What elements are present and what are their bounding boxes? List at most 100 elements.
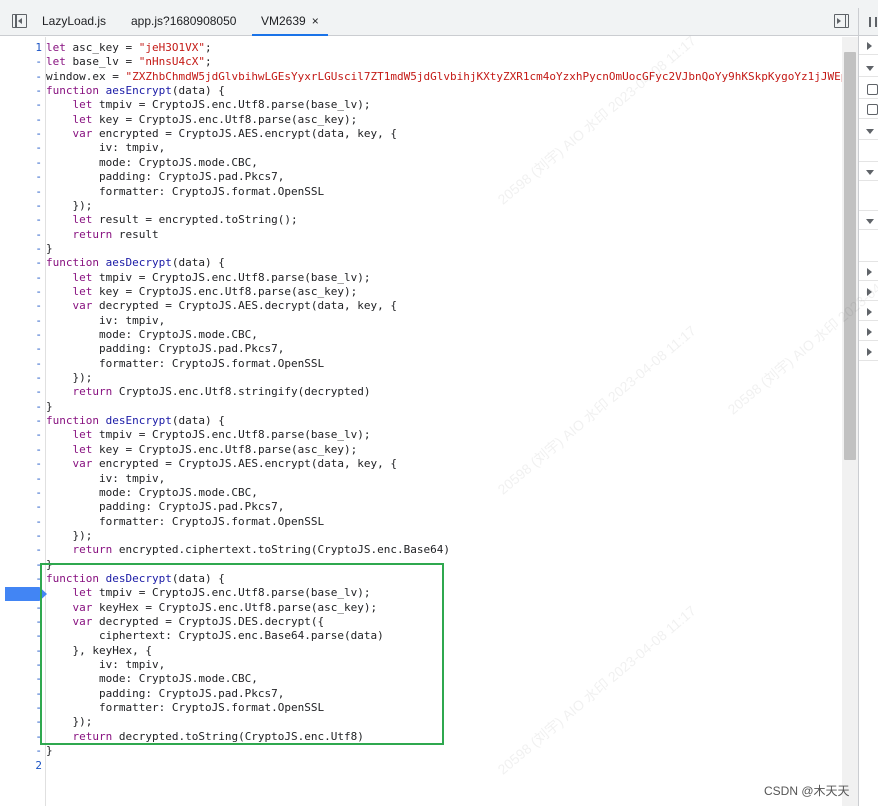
sidebar-checkbox-row[interactable] [859, 101, 878, 119]
code-line: - var encrypted = CryptoJS.AES.encrypt(d… [0, 457, 842, 471]
line-number[interactable]: - [0, 414, 42, 428]
code-text: let tmpiv = CryptoJS.enc.Utf8.parse(base… [46, 98, 371, 112]
line-number[interactable]: - [0, 472, 42, 486]
scrollbar-thumb[interactable] [844, 52, 856, 460]
sidebar-section-row[interactable] [859, 323, 878, 341]
checkbox[interactable] [867, 104, 878, 115]
sidebar-section-row[interactable] [859, 59, 878, 77]
code-token: var [72, 457, 99, 471]
line-number[interactable]: - [0, 141, 42, 155]
code-token: tmpiv = CryptoJS.enc.Utf8.parse(base_lv)… [99, 98, 371, 112]
line-number[interactable]: - [0, 342, 42, 356]
line-number[interactable]: - [0, 601, 42, 615]
line-number[interactable]: - [0, 443, 42, 457]
line-number[interactable]: - [0, 98, 42, 112]
code-token: (data) { [171, 256, 225, 270]
code-text: iv: tmpiv, [46, 141, 165, 155]
line-number[interactable]: 2 [0, 759, 42, 773]
line-number[interactable]: - [0, 156, 42, 170]
close-icon[interactable]: × [312, 8, 319, 35]
line-number[interactable]: - [0, 629, 42, 643]
line-number[interactable]: - [0, 615, 42, 629]
code-line: -} [0, 558, 842, 572]
line-number[interactable]: - [0, 84, 42, 98]
sidebar-section-row[interactable] [859, 163, 878, 181]
code-text: return decrypted.toString(CryptoJS.enc.U… [46, 730, 364, 744]
code-line: - var encrypted = CryptoJS.AES.encrypt(d… [0, 127, 842, 141]
line-number[interactable]: - [0, 185, 42, 199]
sidebar-section-row[interactable] [859, 122, 878, 140]
line-number[interactable]: - [0, 70, 42, 84]
line-number[interactable]: - [0, 701, 42, 715]
line-number[interactable]: - [0, 314, 42, 328]
line-number[interactable]: - [0, 385, 42, 399]
line-number[interactable]: - [0, 730, 42, 744]
line-number[interactable]: - [0, 558, 42, 572]
code-token: iv: tmpiv, [46, 658, 166, 672]
line-number[interactable]: - [0, 744, 42, 758]
line-number[interactable]: - [0, 529, 42, 543]
code-text: function aesDecrypt(data) { [46, 256, 225, 270]
line-number[interactable]: - [0, 228, 42, 242]
sidebar-section-row[interactable] [859, 37, 878, 55]
line-number[interactable]: - [0, 127, 42, 141]
line-number[interactable]: 1 [0, 41, 42, 55]
sidebar-section-row[interactable] [859, 283, 878, 301]
tab-label: app.js?1680908050 [131, 14, 237, 28]
sidebar-section-row[interactable] [859, 343, 878, 361]
code-text: iv: tmpiv, [46, 314, 165, 328]
code-token: encrypted = CryptoJS.AES.encrypt(data, k… [99, 127, 398, 141]
code-editor[interactable]: 1 let asc_key = "jeH3O1VX"; - let base_lv =… [0, 37, 842, 806]
code-text: let key = CryptoJS.enc.Utf8.parse(asc_ke… [46, 285, 358, 299]
sidebar-section-row[interactable] [859, 263, 878, 281]
pause-icon[interactable] [869, 17, 877, 27]
code-token: var [72, 127, 99, 141]
toggle-navigator-icon[interactable] [12, 14, 27, 28]
line-number[interactable]: - [0, 271, 42, 285]
checkbox[interactable] [867, 84, 878, 95]
breakpoint-marker-icon[interactable] [5, 587, 47, 601]
line-number[interactable]: - [0, 644, 42, 658]
line-number[interactable]: - [0, 457, 42, 471]
line-number[interactable]: - [0, 256, 42, 270]
line-number[interactable]: - [0, 55, 42, 69]
line-number[interactable]: - [0, 543, 42, 557]
code-token: aesEncrypt [105, 84, 172, 98]
line-number[interactable]: - [0, 371, 42, 385]
tab-vm2639[interactable]: VM2639 × [252, 8, 328, 36]
line-number[interactable]: - [0, 715, 42, 729]
line-number[interactable]: - [0, 572, 42, 586]
line-number[interactable]: - [0, 113, 42, 127]
toggle-debugger-pane-icon[interactable] [834, 14, 849, 28]
line-number[interactable]: - [0, 357, 42, 371]
line-number[interactable]: - [0, 328, 42, 342]
tab-lazyload[interactable]: LazyLoad.js [42, 8, 106, 36]
line-number[interactable]: - [0, 285, 42, 299]
code-line: -} [0, 242, 842, 256]
sidebar-checkbox-row[interactable] [859, 81, 878, 99]
tab-app-js[interactable]: app.js?1680908050 [131, 8, 236, 36]
line-number[interactable]: - [0, 428, 42, 442]
code-token: let [46, 41, 73, 54]
line-number[interactable]: - [0, 170, 42, 184]
line-number[interactable]: - [0, 400, 42, 414]
line-number[interactable]: - [0, 299, 42, 313]
chevron-right-icon [867, 308, 872, 316]
line-number[interactable]: - [0, 486, 42, 500]
line-number[interactable]: - [0, 213, 42, 227]
code-text: function desEncrypt(data) { [46, 414, 225, 428]
line-number[interactable]: - [0, 500, 42, 514]
sidebar-section-row[interactable] [859, 212, 878, 230]
line-number[interactable]: - [0, 672, 42, 686]
line-number[interactable]: - [0, 515, 42, 529]
line-number[interactable]: - [0, 687, 42, 701]
sidebar-section-row[interactable] [859, 303, 878, 321]
line-number[interactable]: - [0, 199, 42, 213]
code-token: }); [46, 198, 93, 212]
line-number[interactable]: - [0, 242, 42, 256]
line-number[interactable]: - [0, 658, 42, 672]
code-token: var [72, 600, 99, 614]
